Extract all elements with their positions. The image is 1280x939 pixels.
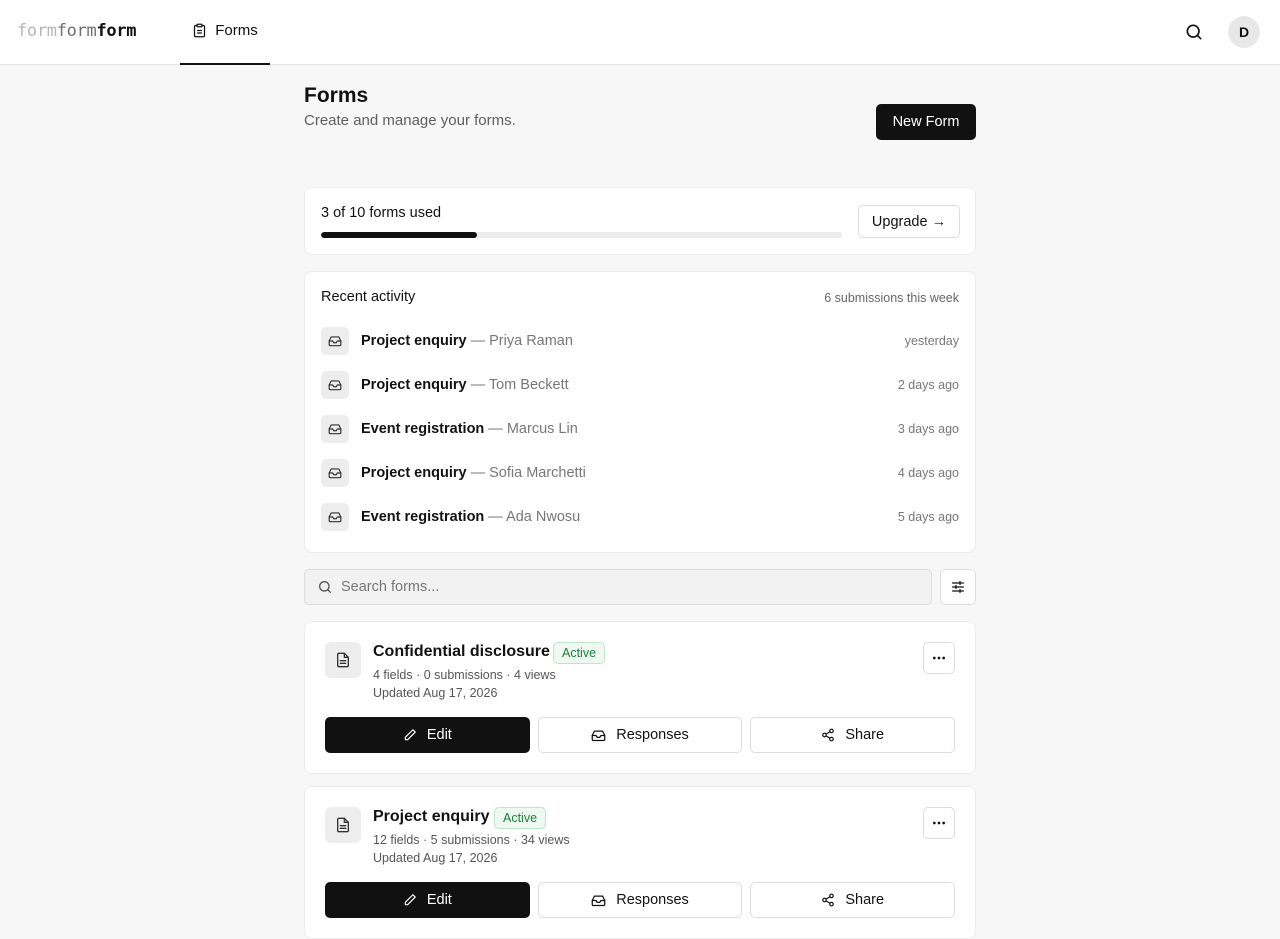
form-updated: Updated Aug 17, 2026 [373,851,498,865]
responses-label: Responses [616,892,689,908]
activity-item[interactable]: Event registration — Ada Nwosu 5 days ag… [321,502,959,532]
nav-tab-label: Forms [215,22,258,39]
activity-time: yesterday [904,334,959,348]
document-icon [325,642,361,678]
activity-count: 6 submissions this week [824,291,959,305]
edit-button[interactable]: Edit [325,717,530,753]
activity-separator: — [484,509,507,525]
header-search-button[interactable] [1180,18,1208,46]
activity-time: 4 days ago [897,466,959,480]
activity-item[interactable]: Project enquiry — Tom Beckett 2 days ago [321,370,959,400]
activity-form: Project enquiry [361,465,467,481]
usage-label: 3 of 10 forms used [321,205,442,221]
search-icon [319,581,331,593]
search-field [304,569,932,605]
logo-part-3: form [96,21,137,41]
usage-card: 3 of 10 forms used Upgrade → [304,187,976,255]
clipboard-icon [194,23,206,38]
inbox-icon [321,459,349,487]
activity-item[interactable]: Event registration — Marcus Lin 3 days a… [321,414,959,444]
inbox-icon [591,895,606,906]
activity-form: Project enquiry [361,377,467,393]
share-button[interactable]: Share [750,882,956,918]
share-icon [822,893,835,907]
form-meta: 12 fields · 5 submissions · 34 views [373,833,570,847]
activity-person: Sofia Marchetti [489,465,586,481]
responses-button[interactable]: Responses [537,717,743,753]
activity-title: Recent activity [321,289,416,305]
activity-person: Priya Raman [489,333,573,349]
edit-label: Edit [426,892,452,908]
avatar[interactable]: D [1228,16,1260,48]
form-name[interactable]: Confidential disclosure [373,643,550,661]
edit-button[interactable]: Edit [325,882,530,918]
share-button[interactable]: Share [750,717,956,753]
search-input[interactable] [341,570,921,604]
form-name[interactable]: Project enquiry [373,808,489,826]
inbox-icon [321,415,349,443]
upgrade-button[interactable]: Upgrade → [858,205,960,238]
more-horizontal-icon [933,821,945,825]
activity-time: 2 days ago [897,378,959,392]
sliders-icon [952,581,964,593]
activity-person: Marcus Lin [506,421,578,437]
inbox-icon [591,730,606,741]
activity-separator: — [466,333,490,349]
filter-button[interactable] [940,569,976,605]
more-options-button[interactable] [923,642,955,674]
form-card: Project enquiry Active 12 fields · 5 sub… [304,786,976,939]
activity-separator: — [484,421,507,437]
activity-person: Tom Beckett [488,377,569,393]
more-horizontal-icon [933,656,945,660]
activity-separator: — [466,465,490,481]
activity-text: Event registration — Marcus Lin [361,421,578,437]
activity-item[interactable]: Project enquiry — Sofia Marchetti 4 days… [321,458,959,488]
share-icon [822,728,835,742]
inbox-icon [321,327,349,355]
page-title: Forms [304,84,369,107]
pencil-icon [404,894,416,906]
responses-label: Responses [616,727,689,743]
usage-progress-bar [321,232,842,238]
form-meta: 4 fields · 0 submissions · 4 views [373,668,556,682]
logo-part-2: form [56,21,97,41]
form-card: Confidential disclosure Active 4 fields … [304,621,976,774]
document-icon [325,807,361,843]
activity-form: Event registration [361,509,485,525]
recent-activity-card: Recent activity 6 submissions this week … [304,271,976,553]
usage-progress-fill [321,232,478,238]
search-icon [1186,24,1202,40]
activity-separator: — [466,377,489,393]
activity-form: Project enquiry [361,333,467,349]
form-updated: Updated Aug 17, 2026 [373,686,498,700]
status-badge: Active [553,642,606,664]
share-label: Share [845,727,885,743]
activity-time: 3 days ago [897,422,959,436]
form-actions: Edit Responses Share [325,717,956,753]
edit-label: Edit [426,727,452,743]
logo-part-1: form [17,21,57,41]
logo[interactable]: formformform [17,20,137,42]
status-badge: Active [494,807,547,829]
activity-text: Project enquiry — Priya Raman [361,333,573,349]
activity-time: 5 days ago [897,510,959,524]
pencil-icon [404,729,416,741]
responses-button[interactable]: Responses [537,882,743,918]
page-subtitle: Create and manage your forms. [304,112,516,129]
form-actions: Edit Responses Share [325,882,956,918]
nav-tab-forms[interactable]: Forms [180,0,270,65]
inbox-icon [321,371,349,399]
activity-text: Event registration — Ada Nwosu [361,509,580,525]
share-label: Share [845,892,885,908]
activity-person: Ada Nwosu [506,509,581,525]
more-options-button[interactable] [923,807,955,839]
new-form-button[interactable]: New Form [876,104,976,140]
activity-form: Event registration [361,421,485,437]
top-bar: formformform Forms D [0,0,1280,65]
activity-text: Project enquiry — Sofia Marchetti [361,465,586,481]
activity-item[interactable]: Project enquiry — Priya Raman yesterday [321,326,959,356]
inbox-icon [321,503,349,531]
activity-text: Project enquiry — Tom Beckett [361,377,569,393]
